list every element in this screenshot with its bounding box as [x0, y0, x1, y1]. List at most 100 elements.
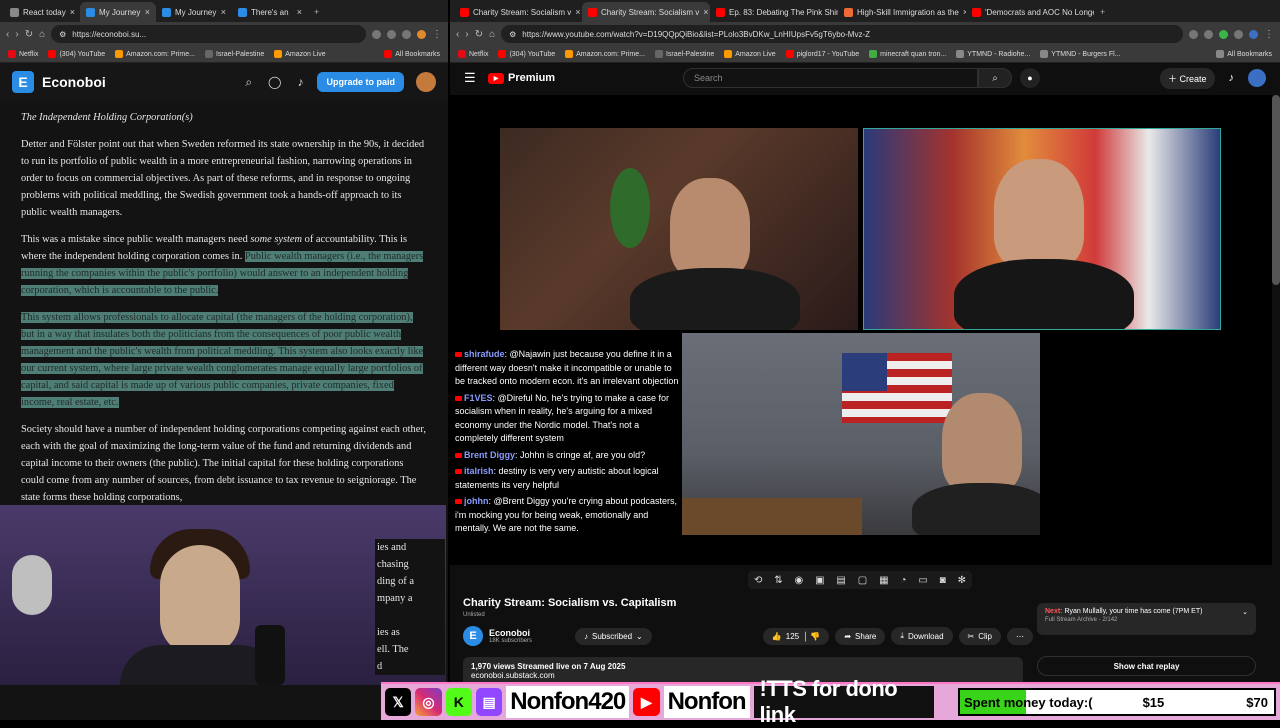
voice-search-icon[interactable]: ●	[1020, 68, 1040, 88]
home-icon[interactable]: ⌂	[39, 29, 45, 40]
search-input[interactable]: Search	[683, 68, 978, 88]
bookmark-item[interactable]: Amazon Live	[724, 50, 776, 58]
bell-icon[interactable]: ♪	[1229, 72, 1235, 84]
extension-icon[interactable]	[1234, 29, 1243, 39]
bookmark-item[interactable]: Netflix	[458, 50, 488, 58]
chat-username[interactable]: Brent Diggy	[464, 450, 515, 460]
home-icon[interactable]: ⌂	[489, 29, 495, 40]
bookmark-item[interactable]: All Bookmarks	[1216, 50, 1272, 58]
reload-icon[interactable]: ↻	[475, 29, 483, 40]
search-icon[interactable]: ⌕	[978, 68, 1012, 88]
tab[interactable]: High-Skill Immigration as the ×	[838, 2, 966, 22]
new-tab-icon[interactable]: +	[1094, 2, 1111, 22]
loop-icon[interactable]: ⟲	[754, 575, 762, 586]
extension-icon[interactable]	[1219, 29, 1228, 39]
extension-icon[interactable]	[417, 29, 426, 39]
screenshot-icon[interactable]: ◙	[940, 575, 946, 586]
channel-name[interactable]: Econoboi	[489, 628, 569, 638]
tab[interactable]: My Journey ×	[156, 2, 232, 22]
speed-icon[interactable]: ◔	[900, 575, 906, 586]
share-button[interactable]: ➦ Share	[835, 627, 886, 645]
chat-username[interactable]: shirafude	[464, 349, 505, 359]
chat-username[interactable]: F1VES	[464, 393, 493, 403]
bookmark-item[interactable]: Israel-Palestine	[654, 50, 714, 58]
close-icon[interactable]: ×	[297, 7, 302, 17]
extension-icon[interactable]	[387, 29, 396, 39]
bookmark-item[interactable]: (304) YouTube	[498, 50, 555, 58]
screen-icon[interactable]: ▣	[815, 575, 824, 586]
create-button[interactable]: ＋ Create	[1159, 67, 1215, 89]
search-icon[interactable]: ⌕	[245, 75, 252, 90]
menu-icon[interactable]: ⋮	[432, 29, 442, 40]
cast-icon[interactable]: ▭	[918, 575, 927, 586]
extension-icon[interactable]	[1249, 29, 1258, 39]
bookmark-item[interactable]: YTMND - Radiohe...	[956, 50, 1030, 58]
next-in-playlist[interactable]: Next: Ryan Mullally, your time has come …	[1037, 603, 1256, 635]
scrollbar[interactable]	[1272, 95, 1280, 285]
bookmark-item[interactable]: piglord17 - YouTube	[785, 50, 859, 58]
bookmark-item[interactable]: Amazon.com: Prime...	[115, 50, 195, 58]
chat-username[interactable]: johhn	[464, 496, 489, 506]
subscribed-button[interactable]: ♪ Subscribed ⌄	[575, 627, 652, 645]
download-button[interactable]: ⤓ Download	[891, 627, 953, 645]
extension-icon[interactable]	[1189, 29, 1198, 39]
description-link[interactable]: econoboi.substack.com	[471, 671, 1015, 680]
chevron-down-icon[interactable]: ⌄	[1242, 608, 1248, 616]
tab[interactable]: My Journey ×	[80, 2, 156, 22]
extension-icon[interactable]	[372, 29, 381, 39]
close-icon[interactable]: ×	[221, 7, 226, 17]
close-icon[interactable]: ×	[703, 7, 708, 17]
close-icon[interactable]: ×	[145, 7, 150, 17]
menu-icon[interactable]: ⋮	[1264, 29, 1274, 40]
video-player[interactable]: shirafude: @Najawin just because you def…	[450, 95, 1272, 565]
back-icon[interactable]: ‹	[6, 29, 9, 40]
close-icon[interactable]: ×	[575, 7, 580, 17]
youtube-logo[interactable]: ▶ Premium	[488, 72, 683, 84]
channel-avatar[interactable]: E	[463, 626, 483, 646]
reload-icon[interactable]: ↻	[25, 29, 33, 40]
bookmark-item[interactable]: minecraft quan tron...	[869, 50, 946, 58]
chat-icon[interactable]: ◯	[268, 75, 281, 89]
forward-icon[interactable]: ›	[15, 29, 18, 40]
extension-icon[interactable]	[402, 29, 411, 39]
hamburger-menu-icon[interactable]: ☰	[464, 70, 488, 86]
bookmark-item[interactable]: Netflix	[8, 50, 38, 58]
new-tab-icon[interactable]: +	[308, 2, 325, 22]
extension-icon[interactable]	[1204, 29, 1213, 39]
bookmark-item[interactable]: YTMND - Burgers Fl...	[1040, 50, 1121, 58]
tab[interactable]: 'Democrats and AOC No Longe×	[966, 2, 1094, 22]
pip-icon[interactable]: ▢	[858, 575, 867, 586]
sort-icon[interactable]: ⇅	[774, 575, 782, 586]
layout-icon[interactable]: ▦	[879, 575, 888, 586]
publication-logo[interactable]: E	[12, 71, 34, 93]
like-button[interactable]: 👍 125 │ 👎	[762, 627, 830, 645]
tab[interactable]: Charity Stream: Socialism v ×	[582, 2, 710, 22]
left-address-bar[interactable]: ⚙ https://econoboi.su...	[51, 25, 366, 43]
tab[interactable]: Ep. 83: Debating The Pink Shir×	[710, 2, 838, 22]
settings-icon[interactable]: ✻	[958, 575, 966, 586]
tab[interactable]: Charity Stream: Socialism v ×	[454, 2, 582, 22]
tab[interactable]: There's an ×	[232, 2, 308, 22]
avatar[interactable]	[416, 72, 436, 92]
avatar[interactable]	[1248, 69, 1266, 87]
bell-icon[interactable]: ♪	[297, 75, 303, 89]
bookmark-item[interactable]: Amazon Live	[274, 50, 326, 58]
film-icon[interactable]: ▤	[836, 575, 845, 586]
bookmark-item[interactable]: Amazon.com: Prime...	[565, 50, 645, 58]
upgrade-button[interactable]: Upgrade to paid	[317, 72, 404, 92]
tab[interactable]: React today ×	[4, 2, 80, 22]
forward-icon[interactable]: ›	[465, 29, 468, 40]
audio-icon[interactable]: ◉	[794, 575, 803, 586]
close-icon[interactable]: ×	[70, 7, 75, 17]
bookmark-item[interactable]: (304) YouTube	[48, 50, 105, 58]
back-icon[interactable]: ‹	[456, 29, 459, 40]
right-address-bar[interactable]: ⚙ https://www.youtube.com/watch?v=D19QQp…	[501, 25, 1183, 43]
site-info-icon[interactable]: ⚙	[509, 30, 516, 39]
clip-button[interactable]: ✂ Clip	[958, 627, 1001, 645]
bookmark-item[interactable]: All Bookmarks	[384, 50, 440, 58]
chat-username[interactable]: italrish	[464, 466, 494, 476]
more-actions-icon[interactable]: ⋯	[1007, 627, 1033, 645]
site-info-icon[interactable]: ⚙	[59, 30, 66, 39]
show-chat-replay-button[interactable]: Show chat replay	[1037, 656, 1256, 676]
publication-name[interactable]: Econoboi	[42, 74, 229, 90]
